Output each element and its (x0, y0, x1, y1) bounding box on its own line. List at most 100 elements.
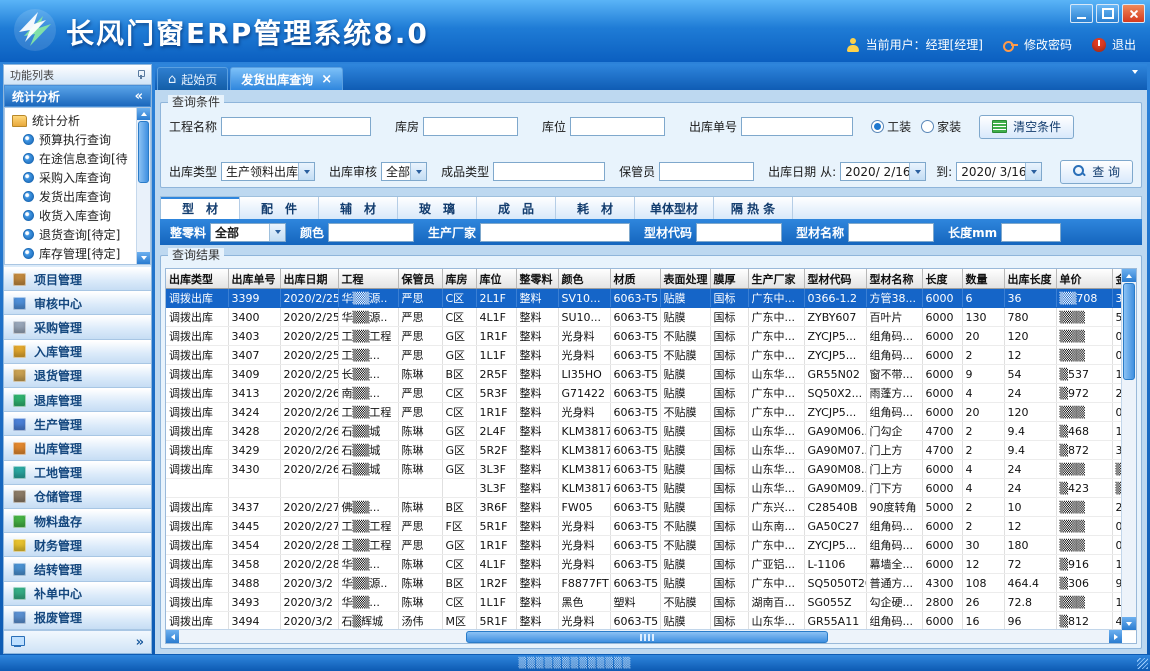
sidebar-module-return-goods[interactable]: 退货管理 (4, 364, 151, 388)
column-header[interactable]: 表面处理 (660, 269, 710, 289)
scroll-thumb[interactable] (1123, 283, 1135, 380)
table-row[interactable]: 调拨出库34542020/2/28工▒▒工程严思G区1R1F整料光身料6063-… (166, 536, 1137, 555)
table-row[interactable]: 调拨出库34132020/2/26南▒▒...严思C区5R3F整料G714226… (166, 384, 1137, 403)
outbound-audit-select[interactable]: 全部 (381, 162, 427, 181)
material-tab-6[interactable]: 单体型材 (635, 197, 714, 219)
table-row[interactable]: 调拨出库34582020/2/28华▒▒...陈琳C区4L1F整料光身料6063… (166, 555, 1137, 574)
column-header[interactable]: 材质 (610, 269, 660, 289)
column-header[interactable]: 膜厚 (710, 269, 748, 289)
table-row[interactable]: 调拨出库34452020/2/27工▒▒工程严思F区5R1F整料光身料6063-… (166, 517, 1137, 536)
tree-scrollbar[interactable] (136, 108, 150, 264)
sidebar-module-production[interactable]: 生产管理 (4, 412, 151, 436)
column-header[interactable]: 出库类型 (166, 269, 228, 289)
profile-name-input[interactable] (848, 223, 934, 242)
column-header[interactable]: 出库长度 (1004, 269, 1056, 289)
length-input[interactable] (1001, 223, 1061, 242)
table-row[interactable]: 调拨出库34882020/3/2华▒▒源..陈琳B区1R2F整料F8877FT6… (166, 574, 1137, 593)
minimize-button[interactable] (1070, 4, 1093, 23)
product-type-input[interactable] (493, 162, 605, 181)
material-tab-5[interactable]: 耗 材 (556, 197, 635, 219)
whole-part-select[interactable]: 全部 (210, 223, 286, 242)
table-row[interactable]: 调拨出库34072020/2/25工▒▒...严思G区1L1F整料光身料6063… (166, 346, 1137, 365)
tree-item[interactable]: 预算执行查询 (12, 130, 135, 149)
material-tab-3[interactable]: 玻 璃 (398, 197, 477, 219)
table-row[interactable]: 调拨出库34372020/2/27佛▒▒...陈琳B区3R6F整料FW05606… (166, 498, 1137, 517)
logout-button[interactable]: 退出 (1112, 36, 1136, 53)
tree-item[interactable]: 发货出库查询 (12, 187, 135, 206)
table-row[interactable]: 调拨出库34282020/2/26石▒▒城陈琳G区2L4F整料KLM381760… (166, 422, 1137, 441)
column-header[interactable]: 生产厂家 (748, 269, 804, 289)
column-header[interactable]: 整零料 (516, 269, 558, 289)
column-header[interactable]: 单价 (1056, 269, 1112, 289)
column-header[interactable]: 保管员 (398, 269, 442, 289)
table-row[interactable]: 调拨出库34242020/2/26工▒▒工程严思C区1R1F整料光身料6063-… (166, 403, 1137, 422)
material-tab-7[interactable]: 隔 热 条 (714, 197, 793, 219)
scroll-down-icon[interactable] (1122, 617, 1136, 630)
sidebar-module-outbound[interactable]: 出库管理 (4, 436, 151, 460)
maximize-button[interactable] (1096, 4, 1119, 23)
column-header[interactable]: 出库单号 (228, 269, 280, 289)
sidebar-module-return-warehouse[interactable]: 退库管理 (4, 388, 151, 412)
material-tab-2[interactable]: 辅 材 (319, 197, 398, 219)
order-no-input[interactable] (741, 117, 853, 136)
sidebar-module-project[interactable]: 项目管理 (4, 267, 151, 291)
collapse-icon[interactable]: « (135, 89, 143, 104)
sidebar-module-finance[interactable]: 财务管理 (4, 533, 151, 557)
close-button[interactable] (1122, 4, 1145, 23)
table-row[interactable]: 调拨出库34302020/2/26石▒▒城陈琳G区3L3F整料KLM381760… (166, 460, 1137, 479)
more-buttons-icon[interactable]: » (136, 635, 144, 650)
search-button[interactable]: 查 询 (1060, 160, 1133, 184)
tab-shipment-outbound-query[interactable]: 发货出库查询 × (230, 67, 343, 90)
material-tab-0[interactable]: 型 材 (161, 197, 240, 219)
tree-item[interactable]: 采购入库查询 (12, 168, 135, 187)
tree-item[interactable]: 收货入库查询 (12, 206, 135, 225)
tab-start-page[interactable]: ⌂ 起始页 (157, 67, 228, 90)
tree-item[interactable]: 退货查询[待定] (12, 225, 135, 244)
column-header[interactable]: 型材代码 (804, 269, 866, 289)
table-row[interactable]: 调拨出库34292020/2/26石▒▒城陈琳G区5R2F整料KLM381760… (166, 441, 1137, 460)
material-tab-4[interactable]: 成 品 (477, 197, 556, 219)
profile-code-input[interactable] (696, 223, 782, 242)
scroll-up-icon[interactable] (1122, 269, 1136, 282)
sidebar-module-inbound[interactable]: 入库管理 (4, 340, 151, 364)
tree-item[interactable]: 库存管理[待定] (12, 244, 135, 263)
tree-root[interactable]: 统计分析 (12, 111, 135, 130)
column-header[interactable]: 颜色 (558, 269, 610, 289)
scroll-left-icon[interactable] (166, 630, 179, 643)
monitor-icon[interactable] (11, 636, 25, 648)
sidebar-module-supplement[interactable]: 补单中心 (4, 582, 151, 606)
column-header[interactable]: 出库日期 (280, 269, 338, 289)
column-header[interactable]: 工程 (338, 269, 398, 289)
table-row[interactable]: 调拨出库34002020/2/25华▒▒源..严思C区4L1F整料SU10...… (166, 308, 1137, 327)
sidebar-module-carryover[interactable]: 结转管理 (4, 557, 151, 581)
scroll-down-icon[interactable] (137, 252, 150, 264)
change-password-link[interactable]: 修改密码 (1024, 36, 1072, 53)
table-row[interactable]: 调拨出库33992020/2/25华▒▒源..严思C区2L1F整料SV10...… (166, 289, 1137, 308)
table-row[interactable]: 调拨出库34092020/2/25长▒▒...陈琳B区2R5F整料LI35HO6… (166, 365, 1137, 384)
sidebar-module-audit-center[interactable]: 审核中心 (4, 291, 151, 315)
scroll-up-icon[interactable] (137, 108, 150, 120)
column-header[interactable]: 长度 (922, 269, 962, 289)
column-header[interactable]: 库位 (476, 269, 516, 289)
project-name-input[interactable] (221, 117, 371, 136)
vertical-scrollbar[interactable] (1121, 269, 1136, 630)
outbound-type-select[interactable]: 生产领料出库 (221, 162, 315, 181)
column-header[interactable]: 型材名称 (866, 269, 922, 289)
radio-homewear[interactable]: 家装 (921, 118, 961, 135)
location-input[interactable] (570, 117, 665, 136)
manufacturer-input[interactable] (480, 223, 630, 242)
material-tab-1[interactable]: 配 件 (240, 197, 319, 219)
resize-grip[interactable] (1137, 658, 1148, 669)
scroll-thumb[interactable] (138, 121, 149, 183)
table-row[interactable]: 调拨出库34932020/3/2华▒▒...陈琳C区1L1F整料黑色塑料不贴膜国… (166, 593, 1137, 612)
column-header[interactable]: 库房 (442, 269, 476, 289)
sidebar-module-purchase[interactable]: 采购管理 (4, 315, 151, 339)
date-to-select[interactable]: 2020/ 3/16 (956, 162, 1042, 181)
tab-close-icon[interactable]: × (321, 72, 332, 87)
tab-list-dropdown-icon[interactable] (1132, 74, 1138, 93)
color-input[interactable] (328, 223, 414, 242)
clear-conditions-button[interactable]: 清空条件 (979, 115, 1074, 139)
sidebar-module-site[interactable]: 工地管理 (4, 461, 151, 485)
scroll-right-icon[interactable] (1109, 630, 1122, 643)
sidebar-module-storage[interactable]: 仓储管理 (4, 485, 151, 509)
